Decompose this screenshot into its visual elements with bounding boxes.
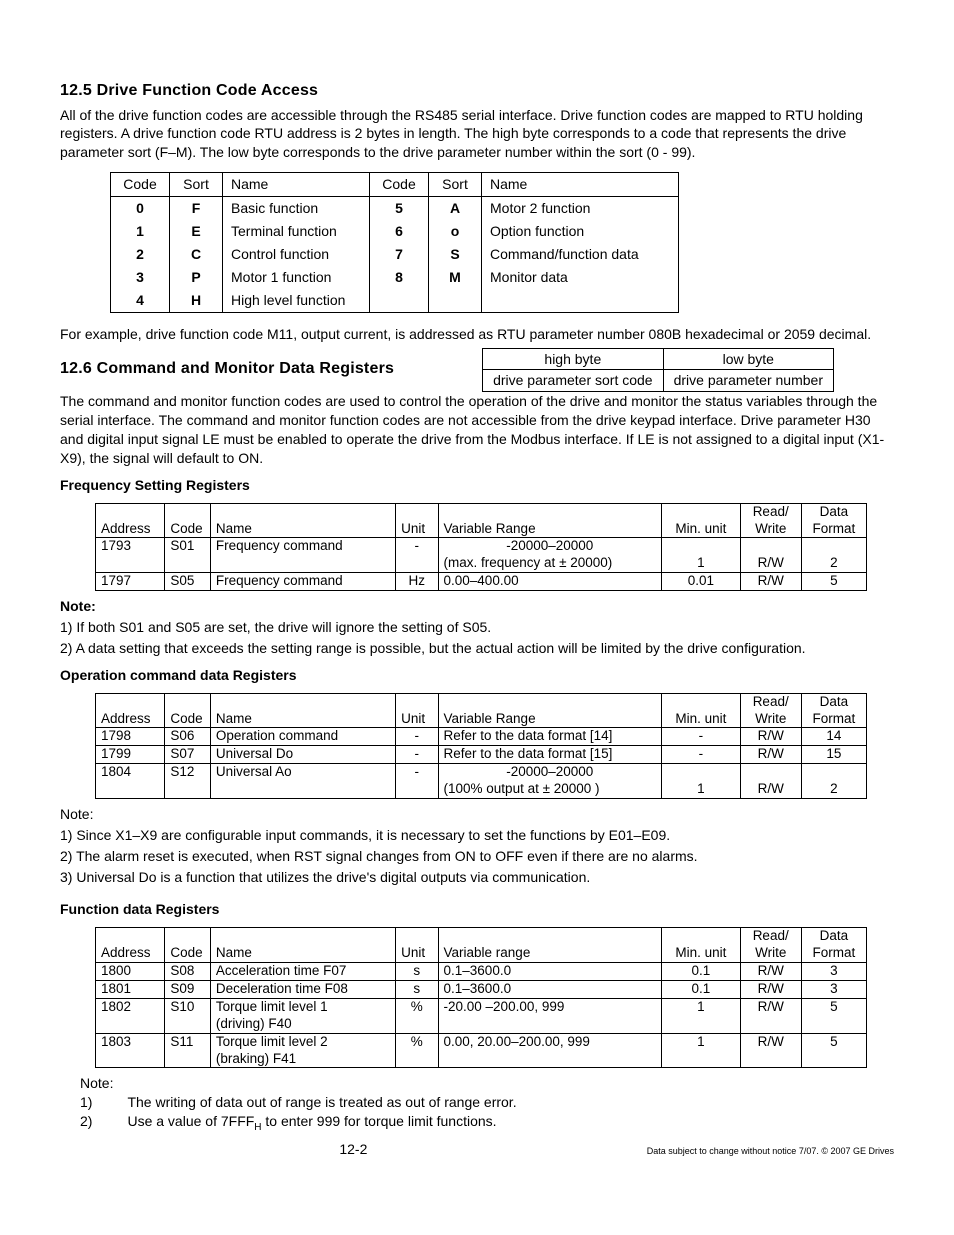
section-12-5-title: 12.5 Drive Function Code Access <box>60 80 894 102</box>
bottom-notes: Note: 1) The writing of data out of rang… <box>80 1074 531 1134</box>
section-12-5-para: All of the drive function codes are acce… <box>60 106 894 163</box>
freq-table: Address Code Name Unit Variable Range Mi… <box>95 503 867 591</box>
param-number-cell: drive parameter number <box>663 370 833 392</box>
freq-note-hdr: Note: <box>60 597 894 616</box>
table-row: 2 C Control function 7 S Command/functio… <box>111 243 679 266</box>
table-row: 1797 S05 Frequency command Hz 0.00–400.0… <box>96 573 867 591</box>
table-row: 1798 S06 Operation command - Refer to th… <box>96 728 867 746</box>
table-row: 1799 S07 Universal Do - Refer to the dat… <box>96 746 867 764</box>
op-table: Address Code Name Unit Variable Range Mi… <box>95 693 867 799</box>
hdr-code: Code <box>111 173 170 197</box>
page-number: 12-2 <box>339 1140 367 1159</box>
table-row: 4 H High level function <box>111 289 679 312</box>
byte-layout-table: high byte low byte drive parameter sort … <box>482 348 834 393</box>
hdr-sort: Sort <box>170 173 223 197</box>
freq-note-2: 2) A data setting that exceeds the setti… <box>60 639 894 658</box>
low-byte-cell: low byte <box>663 348 833 370</box>
op-note-hdr: Note: <box>60 805 894 824</box>
hdr-sort2: Sort <box>429 173 482 197</box>
hdr-name2: Name <box>482 173 679 197</box>
section-12-6-para: The command and monitor function codes a… <box>60 392 894 468</box>
table-row: 0 F Basic function 5 A Motor 2 function <box>111 197 679 220</box>
table-row: 1793 S01 Frequency command - -20000–2000… <box>96 538 867 555</box>
func-title: Function data Registers <box>60 900 894 919</box>
high-byte-cell: high byte <box>483 348 664 370</box>
table-row: 1800 S08 Acceleration time F07 s 0.1–360… <box>96 963 867 981</box>
table-row: 1804 S12 Universal Ao - -20000–20000 1 R… <box>96 764 867 781</box>
freq-title: Frequency Setting Registers <box>60 476 894 495</box>
op-note-3: 3) Universal Do is a function that utili… <box>60 868 894 887</box>
copyright: Data subject to change without notice 7/… <box>647 1145 894 1157</box>
hdr-name: Name <box>223 173 370 197</box>
op-note-1: 1) Since X1–X9 are configurable input co… <box>60 826 894 845</box>
op-title: Operation command data Registers <box>60 666 894 685</box>
table-row: 1801 S09 Deceleration time F08 s 0.1–360… <box>96 981 867 999</box>
op-note-2: 2) The alarm reset is executed, when RST… <box>60 847 894 866</box>
page-footer: 12-2 Data subject to change without noti… <box>60 1140 894 1159</box>
freq-note-1: 1) If both S01 and S05 are set, the driv… <box>60 618 894 637</box>
table-row: 1802 S10 Torque limit level 1 % -20.00 –… <box>96 998 867 1015</box>
func-table: Address Code Name Unit Variable range Mi… <box>95 927 867 1068</box>
table-row: 3 P Motor 1 function 8 M Monitor data <box>111 266 679 289</box>
table-row: 1 E Terminal function 6 o Option functio… <box>111 220 679 243</box>
table-row: 1803 S11 Torque limit level 2 % 0.00, 20… <box>96 1033 867 1050</box>
hdr-code2: Code <box>370 173 429 197</box>
example-para: For example, drive function code M11, ou… <box>60 325 894 344</box>
code-sort-table: Code Sort Name Code Sort Name 0 F Basic … <box>110 172 679 312</box>
sort-code-cell: drive parameter sort code <box>483 370 664 392</box>
